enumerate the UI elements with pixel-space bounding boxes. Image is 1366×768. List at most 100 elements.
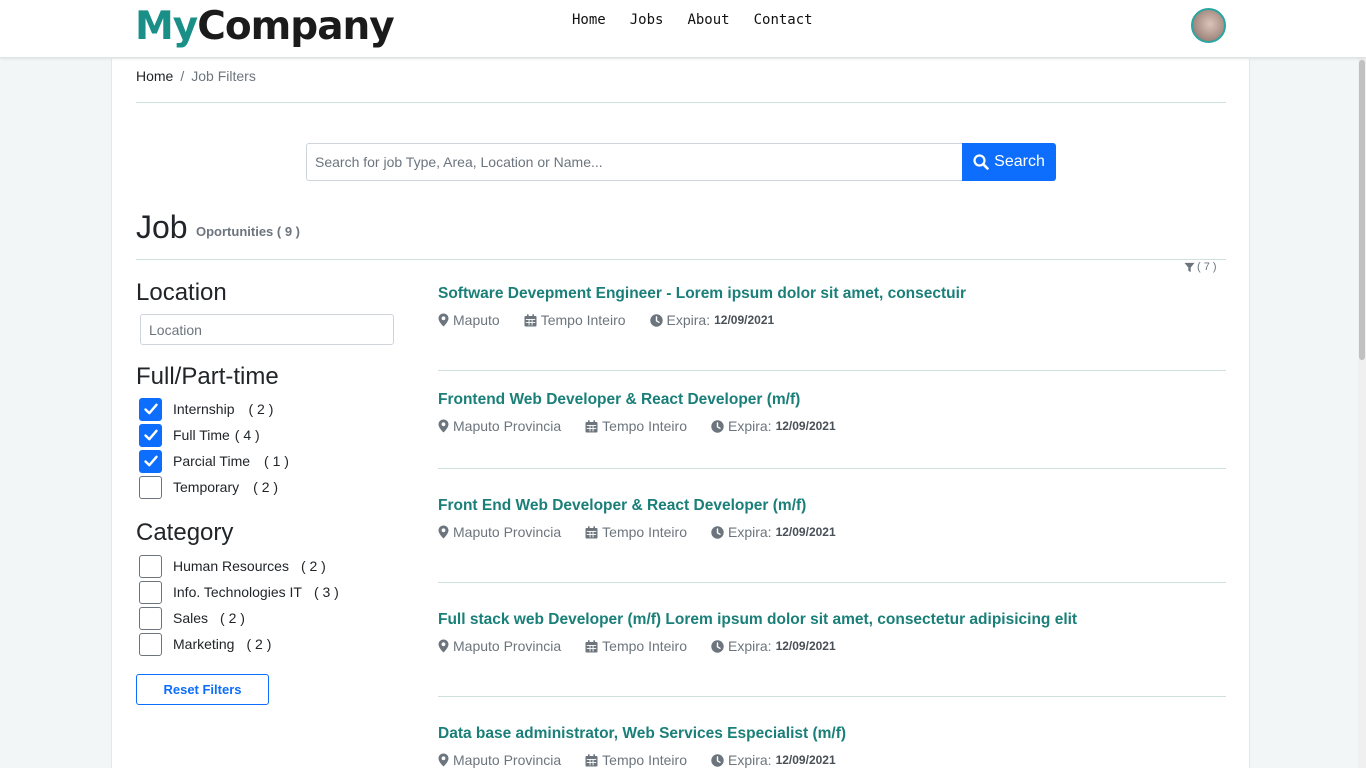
calendar-icon <box>585 753 598 766</box>
job-listing: Frontend Web Developer & React Developer… <box>438 391 1226 434</box>
job-title-link[interactable]: Data base administrator, Web Services Es… <box>438 725 1226 743</box>
search-input[interactable] <box>306 143 962 181</box>
active-filters-badge[interactable]: ( 7 ) <box>1184 261 1217 273</box>
filter-count: ( 2 ) <box>300 558 326 574</box>
search-bar: Search <box>306 143 1056 181</box>
clock-icon <box>649 313 663 327</box>
nav-menu: Home Jobs About Contact <box>572 12 837 28</box>
breadcrumb-separator: / <box>180 68 185 84</box>
checkbox-unchecked[interactable] <box>139 554 162 578</box>
active-filters-count: ( 7 ) <box>1197 261 1217 273</box>
expiry-label: Expira: <box>666 312 711 328</box>
job-title-link[interactable]: Frontend Web Developer & React Developer… <box>438 391 1226 409</box>
filter-label: Info. Technologies IT <box>173 584 302 600</box>
opportunities-count: Oportunities ( 9 ) <box>196 224 300 239</box>
user-avatar[interactable] <box>1191 8 1226 43</box>
job-type: Tempo Inteiro <box>585 638 687 654</box>
job-meta: Maputo Tempo Inteiro Expira: 12/09/2021 <box>438 312 1226 328</box>
filter-temporary[interactable]: Temporary ( 2 ) <box>139 475 278 499</box>
job-title-link[interactable]: Software Devepment Engineer - Lorem ipsu… <box>438 285 1226 303</box>
job-title-link[interactable]: Front End Web Developer & React Develope… <box>438 497 1226 515</box>
map-marker-icon <box>438 753 449 767</box>
expiry-label: Expira: <box>728 638 772 654</box>
expiry-date: 12/09/2021 <box>775 753 836 767</box>
breadcrumb: Home / Job Filters <box>136 68 256 84</box>
job-type-text: Tempo Inteiro <box>602 752 687 768</box>
nav-link-contact[interactable]: Contact <box>754 12 813 28</box>
top-navbar: MyCompany Home Jobs About Contact <box>0 0 1366 58</box>
job-type-text: Tempo Inteiro <box>602 418 687 434</box>
job-expiry: Expira: 12/09/2021 <box>711 524 836 540</box>
job-meta: Maputo Provincia Tempo Inteiro Expira: 12… <box>438 418 1226 434</box>
job-meta: Maputo Provincia Tempo Inteiro Expira: 12… <box>438 638 1226 654</box>
nav-link-about[interactable]: About <box>687 12 729 28</box>
divider <box>438 582 1226 583</box>
filter-human-resources[interactable]: Human Resources ( 2 ) <box>139 554 326 578</box>
job-type-text: Tempo Inteiro <box>602 524 687 540</box>
nav-link-jobs[interactable]: Jobs <box>630 12 664 28</box>
checkbox-unchecked[interactable] <box>139 580 162 604</box>
map-marker-icon <box>438 419 449 433</box>
divider <box>136 102 1226 103</box>
checkbox-unchecked[interactable] <box>139 632 162 656</box>
checkbox-checked[interactable] <box>139 423 162 447</box>
filter-count: ( 1 ) <box>264 453 289 469</box>
filter-label: Marketing <box>173 636 235 652</box>
job-location-text: Maputo Provincia <box>453 418 562 434</box>
divider <box>438 468 1226 469</box>
job-expiry: Expira: 12/09/2021 <box>711 638 836 654</box>
checkbox-unchecked[interactable] <box>139 606 162 630</box>
job-title-link[interactable]: Full stack web Developer (m/f) Lorem ips… <box>438 611 1226 629</box>
brand-logo-part2: Company <box>197 4 394 49</box>
filter-info-technologies[interactable]: Info. Technologies IT ( 3 ) <box>139 580 339 604</box>
job-listing: Front End Web Developer & React Develope… <box>438 497 1226 540</box>
category-filter-title: Category <box>136 519 234 546</box>
brand-logo[interactable]: MyCompany <box>135 4 395 50</box>
checkbox-checked[interactable] <box>139 449 162 473</box>
breadcrumb-home[interactable]: Home <box>136 68 173 84</box>
search-button-label: Search <box>994 153 1045 170</box>
filter-full-time[interactable]: Full Time ( 4 ) <box>139 423 260 447</box>
clock-icon <box>711 753 724 767</box>
reset-filters-button[interactable]: Reset Filters <box>136 674 269 705</box>
job-location-text: Maputo <box>453 312 500 328</box>
filter-count: ( 2 ) <box>248 401 274 417</box>
main-container: Home / Job Filters Search Job Oportunities… <box>111 59 1250 768</box>
filter-parcial-time[interactable]: Parcial Time ( 1 ) <box>139 449 289 473</box>
nav-link-home[interactable]: Home <box>572 12 606 28</box>
filter-internship[interactable]: Internship ( 2 ) <box>139 397 273 421</box>
job-listing: Software Devepment Engineer - Lorem ipsu… <box>438 285 1226 328</box>
filter-marketing[interactable]: Marketing ( 2 ) <box>139 632 271 656</box>
expiry-label: Expira: <box>728 524 772 540</box>
expiry-date: 12/09/2021 <box>775 525 836 539</box>
scrollbar-thumb[interactable] <box>1359 60 1365 360</box>
expiry-label: Expira: <box>728 418 772 434</box>
job-location-text: Maputo Provincia <box>453 638 562 654</box>
job-location: Maputo Provincia <box>438 752 561 768</box>
calendar-icon <box>585 419 598 432</box>
job-location: Maputo Provincia <box>438 524 561 540</box>
checkbox-unchecked[interactable] <box>139 475 162 499</box>
page-scrollbar[interactable] <box>1358 0 1366 768</box>
breadcrumb-current: Job Filters <box>191 68 256 84</box>
job-type: Tempo Inteiro <box>585 418 687 434</box>
expiry-date: 12/09/2021 <box>775 639 836 653</box>
job-listing: Data base administrator, Web Services Es… <box>438 725 1226 768</box>
filter-count: ( 2 ) <box>253 479 279 495</box>
divider <box>438 370 1226 371</box>
location-input[interactable] <box>140 314 394 345</box>
job-location: Maputo Provincia <box>438 418 561 434</box>
clock-icon <box>711 419 724 433</box>
filter-sales[interactable]: Sales ( 2 ) <box>139 606 245 630</box>
map-marker-icon <box>438 313 449 327</box>
job-location: Maputo <box>438 312 500 328</box>
checkbox-checked[interactable] <box>139 397 162 421</box>
filter-label: Human Resources <box>173 558 289 574</box>
job-location-text: Maputo Provincia <box>453 524 562 540</box>
divider <box>136 259 1226 260</box>
job-type-text: Tempo Inteiro <box>602 638 687 654</box>
filter-count: ( 2 ) <box>246 636 272 652</box>
job-expiry: Expira: 12/09/2021 <box>649 312 774 328</box>
job-type-text: Tempo Inteiro <box>540 312 626 328</box>
search-button[interactable]: Search <box>962 143 1056 181</box>
